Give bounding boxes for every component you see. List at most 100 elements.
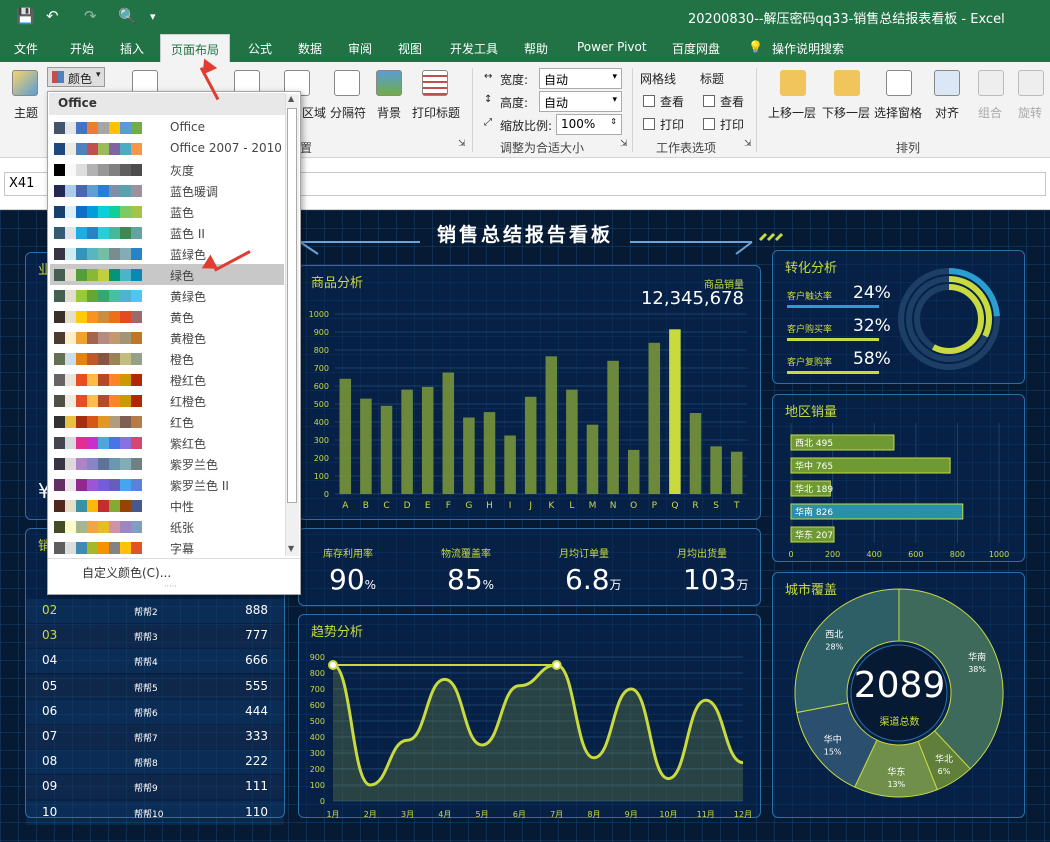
color-swatch xyxy=(65,311,76,323)
save-icon[interactable]: 💾 xyxy=(16,7,35,25)
group-label[interactable]: 组合 xyxy=(978,104,1002,121)
tab-power-pivot[interactable]: Power Pivot xyxy=(577,40,647,54)
colors-button[interactable]: 颜色 ▾ xyxy=(47,67,105,87)
color-swatch xyxy=(76,542,87,554)
color-scheme-item[interactable]: 紫罗兰色 II xyxy=(50,474,284,495)
color-scheme-item[interactable]: 红橙色 xyxy=(50,390,284,411)
scroll-up-icon[interactable]: ▲ xyxy=(288,94,294,103)
tab-formulas[interactable]: 公式 xyxy=(248,40,272,57)
resize-grip-icon[interactable]: ····· xyxy=(164,582,177,591)
tab-page-layout[interactable]: 页面布局 xyxy=(160,34,231,62)
theme-label[interactable]: 主题 xyxy=(14,104,38,121)
table-row: 06 帮帮6 444 xyxy=(26,699,284,724)
align-icon[interactable] xyxy=(934,70,960,96)
headings-print-checkbox[interactable] xyxy=(703,118,715,130)
tab-view[interactable]: 视图 xyxy=(398,40,422,57)
selection-pane-icon[interactable] xyxy=(886,70,912,96)
breaks-label[interactable]: 分隔符 xyxy=(330,104,366,121)
print-area-label[interactable]: 区域 xyxy=(302,104,326,121)
rank-number: 05 xyxy=(42,678,58,693)
rotate-label[interactable]: 旋转 xyxy=(1018,104,1042,121)
custom-colors-item[interactable]: 自定义颜色(C)... xyxy=(82,564,171,581)
theme-icon[interactable] xyxy=(12,70,38,96)
color-swatch xyxy=(109,332,120,344)
color-scheme-item[interactable]: 红色 xyxy=(50,411,284,432)
slice-label: 西北 xyxy=(825,629,843,640)
kpi-unit: % xyxy=(364,578,377,592)
tab-baidu-netdisk[interactable]: 百度网盘 xyxy=(672,40,720,57)
tab-review[interactable]: 审阅 xyxy=(348,40,372,57)
customize-qat-icon[interactable]: ▾ xyxy=(150,10,156,23)
redo-icon[interactable]: ↷ xyxy=(84,7,97,25)
scroll-down-icon[interactable]: ▼ xyxy=(288,544,294,553)
color-swatch-strip xyxy=(54,521,142,533)
selection-pane-label[interactable]: 选择窗格 xyxy=(874,104,922,121)
tab-data[interactable]: 数据 xyxy=(298,40,322,57)
chevron-down-icon: ▾ xyxy=(612,95,617,105)
breaks-icon[interactable] xyxy=(334,70,360,96)
color-swatch xyxy=(120,458,131,470)
send-backward-icon[interactable] xyxy=(834,70,860,96)
color-swatch-strip xyxy=(54,164,142,176)
align-label[interactable]: 对齐 xyxy=(935,104,959,121)
height-select[interactable]: 自动 ▾ xyxy=(539,91,622,112)
color-scheme-item[interactable]: 黄绿色 xyxy=(50,285,284,306)
tab-home[interactable]: 开始 xyxy=(70,40,94,57)
dialog-launcher-icon[interactable]: ⇲ xyxy=(458,139,466,149)
print-titles-icon[interactable] xyxy=(422,70,448,96)
color-scheme-item[interactable]: 紫红色 xyxy=(50,432,284,453)
color-scheme-item[interactable]: 绿色 xyxy=(50,264,284,285)
color-swatch xyxy=(65,164,76,176)
color-scheme-item[interactable]: 灰度 xyxy=(50,159,284,180)
scrollbar-thumb[interactable] xyxy=(287,108,297,503)
color-scheme-item[interactable]: Office xyxy=(50,117,284,138)
tab-developer[interactable]: 开发工具 xyxy=(450,40,498,57)
headings-view-checkbox[interactable] xyxy=(703,95,715,107)
scale-icon: ⤢ xyxy=(484,117,492,128)
spin-icon[interactable]: ⇕ xyxy=(610,117,617,126)
width-select[interactable]: 自动 ▾ xyxy=(539,68,622,89)
zoom-input[interactable]: 100% ⇕ xyxy=(556,114,622,135)
color-scheme-item[interactable]: 黄色 xyxy=(50,306,284,327)
bring-forward-icon[interactable] xyxy=(780,70,806,96)
dialog-launcher-icon[interactable]: ⇲ xyxy=(620,139,628,149)
color-swatch xyxy=(87,353,98,365)
undo-icon[interactable]: ↶ xyxy=(46,7,59,25)
color-scheme-item[interactable]: Office 2007 - 2010 xyxy=(50,138,284,159)
dialog-launcher-icon[interactable]: ⇲ xyxy=(744,139,752,149)
kpi-unit: % xyxy=(482,578,495,592)
gridlines-view-checkbox[interactable] xyxy=(643,95,655,107)
color-swatch xyxy=(76,164,87,176)
color-scheme-item[interactable]: 橙红色 xyxy=(50,369,284,390)
bring-forward-label[interactable]: 上移一层 xyxy=(768,104,816,121)
color-scheme-item[interactable]: 纸张 xyxy=(50,516,284,537)
color-scheme-item[interactable]: 蓝色 II xyxy=(50,222,284,243)
rotate-icon[interactable] xyxy=(1018,70,1044,96)
bar xyxy=(545,356,558,494)
color-swatch xyxy=(109,437,120,449)
print-titles-label[interactable]: 打印标题 xyxy=(412,104,460,121)
color-scheme-item[interactable]: 橙色 xyxy=(50,348,284,369)
color-swatch xyxy=(65,500,76,512)
background-icon[interactable] xyxy=(376,70,402,96)
send-backward-label[interactable]: 下移一层 xyxy=(822,104,870,121)
rank-value: 555 xyxy=(245,678,268,693)
color-scheme-item[interactable]: 黄橙色 xyxy=(50,327,284,348)
tell-me-search[interactable]: 操作说明搜索 xyxy=(772,40,844,57)
tab-file[interactable]: 文件 xyxy=(14,40,38,57)
print-preview-icon[interactable]: 🔍 xyxy=(118,7,137,25)
color-scheme-item[interactable]: 字幕 xyxy=(50,537,284,558)
background-label[interactable]: 背景 xyxy=(377,104,401,121)
group-icon[interactable] xyxy=(978,70,1004,96)
color-scheme-item[interactable]: 蓝色暖调 xyxy=(50,180,284,201)
tab-help[interactable]: 帮助 xyxy=(524,40,548,57)
color-scheme-item[interactable]: 蓝色 xyxy=(50,201,284,222)
formula-input[interactable] xyxy=(180,172,1046,196)
color-scheme-label: Office 2007 - 2010 xyxy=(170,141,282,155)
color-swatch xyxy=(98,122,109,134)
color-scheme-item[interactable]: 中性 xyxy=(50,495,284,516)
gridlines-print-checkbox[interactable] xyxy=(643,118,655,130)
color-scheme-item[interactable]: 紫罗兰色 xyxy=(50,453,284,474)
tab-insert[interactable]: 插入 xyxy=(120,40,144,57)
x-tick-label: 400 xyxy=(867,550,882,559)
